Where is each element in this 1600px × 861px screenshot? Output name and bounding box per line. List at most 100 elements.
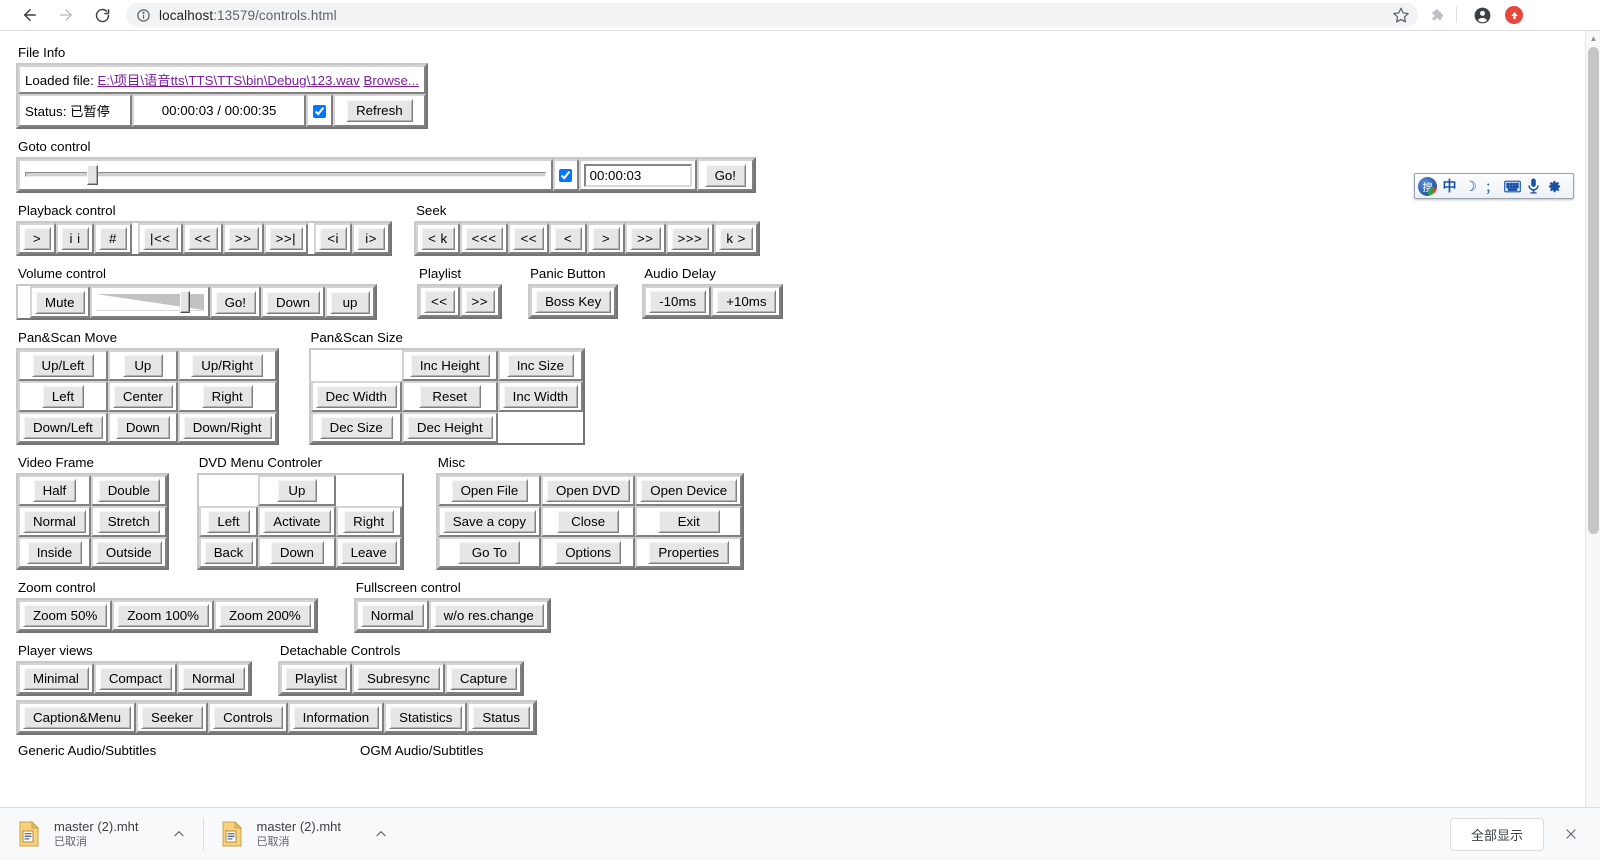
profile-avatar-icon[interactable] [1469, 2, 1495, 28]
volume-slider[interactable] [96, 291, 204, 313]
autorefresh-checkbox[interactable] [313, 105, 326, 118]
zoom-50-button[interactable]: Zoom 50% [23, 604, 107, 627]
seek-keyframe-back-button[interactable]: < k [421, 227, 455, 250]
gear-icon[interactable] [1545, 175, 1564, 197]
dvd-left-button[interactable]: Left [207, 510, 249, 533]
loaded-file-path-link[interactable]: E:\项目\语音tts\TTS\TTS\bin\Debug\123.wav [97, 73, 359, 88]
scrollbar-up-arrow-icon[interactable]: ▲ [1586, 31, 1600, 46]
frame-back-button[interactable]: <i [319, 227, 347, 250]
open-file-button[interactable]: Open File [451, 479, 529, 502]
ime-moon-icon[interactable]: ☽ [1461, 175, 1480, 197]
frame-outside-button[interactable]: Outside [96, 541, 162, 564]
chevron-up-icon[interactable] [165, 820, 193, 848]
dec-size-button[interactable]: Dec Size [320, 416, 393, 439]
detach-subresync-button[interactable]: Subresync [357, 667, 440, 690]
detach-information-button[interactable]: Information [293, 706, 380, 729]
panscan-down-right-button[interactable]: Down/Right [183, 416, 272, 439]
page-scrollbar[interactable]: ▲ ▼ [1585, 31, 1600, 860]
seek-keyframe-fwd-button[interactable]: k > [719, 227, 753, 250]
properties-button[interactable]: Properties [648, 541, 729, 564]
seek-fwd-medium-button[interactable]: >> [630, 227, 661, 250]
show-all-downloads-button[interactable]: 全部显示 [1450, 818, 1544, 851]
panscan-up-button[interactable]: Up [123, 354, 163, 377]
detach-controls-button[interactable]: Controls [213, 706, 283, 729]
reload-button[interactable] [88, 1, 116, 29]
ime-punctuation-button[interactable]: ； [1482, 175, 1501, 197]
scrollbar-thumb[interactable] [1588, 47, 1599, 534]
keyboard-icon[interactable] [1503, 175, 1522, 197]
open-device-button[interactable]: Open Device [640, 479, 737, 502]
download-item[interactable]: master (2).mht 已取消 [203, 808, 406, 861]
frame-inside-button[interactable]: Inside [27, 541, 82, 564]
inc-width-button[interactable]: Inc Width [503, 385, 578, 408]
panscan-reset-button[interactable]: Reset [419, 385, 481, 408]
seek-back-small-button[interactable]: < [554, 227, 582, 250]
rewind-button[interactable]: << [188, 227, 219, 250]
detach-statistics-button[interactable]: Statistics [389, 706, 462, 729]
dvd-up-button[interactable]: Up [277, 479, 317, 502]
goto-checkbox[interactable] [559, 169, 572, 182]
volume-go-button[interactable]: Go! [215, 291, 256, 314]
inc-size-button[interactable]: Inc Size [507, 354, 574, 377]
fullscreen-no-res-change-button[interactable]: w/o res.change [434, 604, 544, 627]
microphone-icon[interactable] [1524, 175, 1543, 197]
dvd-down-button[interactable]: Down [270, 541, 324, 564]
dvd-right-button[interactable]: Right [343, 510, 394, 533]
browse-link[interactable]: Browse... [364, 73, 419, 88]
frame-half-button[interactable]: Half [33, 479, 77, 502]
stop-button[interactable]: # [99, 227, 127, 250]
view-minimal-button[interactable]: Minimal [23, 667, 89, 690]
frame-normal-button[interactable]: Normal [23, 510, 86, 533]
dec-width-button[interactable]: Dec Width [316, 385, 397, 408]
back-button[interactable] [16, 1, 44, 29]
view-normal-button[interactable]: Normal [182, 667, 245, 690]
mute-button[interactable]: Mute [35, 291, 85, 314]
playlist-next-button[interactable]: >> [465, 290, 496, 313]
volume-down-button[interactable]: Down [266, 291, 320, 314]
dec-height-button[interactable]: Dec Height [407, 416, 493, 439]
options-button[interactable]: Options [555, 541, 621, 564]
inc-height-button[interactable]: Inc Height [410, 354, 490, 377]
dvd-back-button[interactable]: Back [204, 541, 254, 564]
boss-key-button[interactable]: Boss Key [535, 290, 611, 313]
panscan-up-right-button[interactable]: Up/Right [191, 354, 263, 377]
fastforward-button[interactable]: >> [228, 227, 259, 250]
close-icon[interactable] [1558, 821, 1584, 847]
ime-toolbar[interactable]: 搜 中 ☽ ； [1414, 173, 1574, 199]
seek-fwd-small-button[interactable]: > [592, 227, 620, 250]
play-button[interactable]: > [23, 227, 51, 250]
volume-up-button[interactable]: up [330, 291, 370, 314]
volume-slider-thumb[interactable] [180, 291, 190, 313]
close-button[interactable]: Close [557, 510, 619, 533]
frame-double-button[interactable]: Double [98, 479, 160, 502]
pause-button[interactable]: i i [61, 227, 89, 250]
skip-forward-button[interactable]: >>| [269, 227, 304, 250]
site-info-icon[interactable] [136, 8, 151, 23]
download-item[interactable]: master (2).mht 已取消 [0, 808, 203, 861]
skip-back-button[interactable]: |<< [143, 227, 178, 250]
goto-slider-thumb[interactable] [87, 165, 98, 185]
audio-delay-minus-button[interactable]: -10ms [649, 290, 706, 313]
panscan-left-button[interactable]: Left [42, 385, 84, 408]
frame-forward-button[interactable]: i> [357, 227, 385, 250]
detach-capture-button[interactable]: Capture [450, 667, 517, 690]
seek-fwd-large-button[interactable]: >>> [671, 227, 710, 250]
goto-time-input[interactable] [584, 164, 692, 187]
detach-seeker-button[interactable]: Seeker [141, 706, 203, 729]
zoom-200-button[interactable]: Zoom 200% [219, 604, 311, 627]
refresh-button[interactable]: Refresh [346, 99, 413, 122]
open-dvd-button[interactable]: Open DVD [546, 479, 630, 502]
audio-delay-plus-button[interactable]: +10ms [716, 290, 776, 313]
playlist-prev-button[interactable]: << [424, 290, 455, 313]
detach-playlist-button[interactable]: Playlist [285, 667, 347, 690]
fullscreen-normal-button[interactable]: Normal [361, 604, 424, 627]
panscan-down-left-button[interactable]: Down/Left [23, 416, 103, 439]
save-a-copy-button[interactable]: Save a copy [443, 510, 536, 533]
ime-language-mode-button[interactable]: 中 [1440, 175, 1459, 197]
seek-back-medium-button[interactable]: << [513, 227, 544, 250]
ime-logo-icon[interactable]: 搜 [1418, 177, 1437, 196]
address-bar[interactable]: localhost:13579/controls.html [126, 3, 1418, 27]
view-compact-button[interactable]: Compact [99, 667, 172, 690]
panscan-right-button[interactable]: Right [202, 385, 253, 408]
goto-slider[interactable] [25, 165, 546, 185]
